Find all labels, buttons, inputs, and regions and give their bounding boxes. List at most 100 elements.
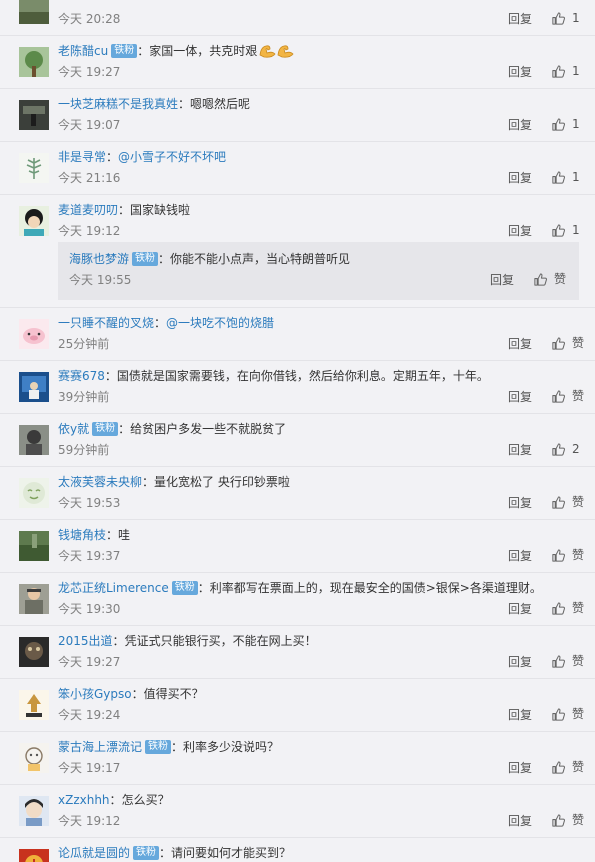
comment-time: 今天 19:55	[69, 273, 132, 287]
thumbs-up-icon	[551, 389, 566, 404]
comment-text[interactable]: @小雪子不好不坏吧	[118, 150, 226, 164]
comment-time: 今天 20:28	[58, 12, 121, 26]
reply-button[interactable]: 回复	[508, 117, 532, 133]
username[interactable]: 赛赛678	[58, 369, 105, 383]
comment-line: 钱塘角枝：哇	[58, 525, 583, 545]
user-avatar[interactable]	[19, 478, 49, 508]
comment-item: 老陈醋cu 铁粉 ：家国一体，共克时艰 今天 19:27 回复 1	[0, 36, 595, 89]
username[interactable]: 龙芯正统Limerence	[58, 581, 169, 595]
like-count: 2	[572, 442, 580, 456]
username[interactable]: 一只睡不醒的叉烧	[58, 316, 154, 330]
like-button[interactable]: 1	[551, 115, 580, 133]
like-button[interactable]: 1	[551, 62, 580, 80]
comment-text: 国债就是国家需要钱，在向你借钱，然后给你利息。定期五年，十年。	[116, 369, 489, 383]
reply-button[interactable]: 回复	[508, 64, 532, 80]
like-button[interactable]: 1	[551, 9, 580, 27]
reply-button[interactable]: 回复	[508, 442, 532, 458]
comment-line: 太液芙蓉未央柳：量化宽松了 央行印钞票啦	[58, 472, 583, 492]
user-avatar[interactable]	[19, 425, 49, 455]
colon-separator: ：	[131, 687, 144, 701]
user-avatar[interactable]	[19, 206, 49, 236]
username[interactable]: 论瓜就是圆的	[58, 846, 130, 860]
like-button[interactable]: 赞	[533, 270, 566, 288]
fan-badge: 铁粉	[133, 846, 160, 860]
strong-arm-emoji-icon	[258, 41, 296, 65]
colon-separator: ：	[154, 316, 167, 330]
username[interactable]: 2015出道	[58, 634, 113, 648]
like-button[interactable]: 赞	[551, 493, 584, 511]
colon-separator: ：	[118, 422, 131, 436]
like-button[interactable]: 赞	[551, 705, 584, 723]
user-avatar[interactable]	[19, 319, 49, 349]
username[interactable]: 蒙古海上漂流记	[58, 740, 142, 754]
comment-time: 今天 19:24	[58, 708, 121, 722]
colon-separator: ：	[118, 203, 131, 217]
reply-button[interactable]: 回复	[508, 223, 532, 239]
user-avatar[interactable]	[19, 100, 49, 130]
user-avatar[interactable]	[19, 372, 49, 402]
reply-button[interactable]: 回复	[508, 760, 532, 776]
comment-time: 今天 19:53	[58, 496, 121, 510]
like-button[interactable]: 赞	[551, 334, 584, 352]
username[interactable]: 一块芝麻糕不是我真姓	[58, 97, 178, 111]
user-avatar[interactable]	[19, 531, 49, 561]
comment-text: 凭证式只能银行买，不能在网上买！	[124, 634, 317, 648]
comment-item: 非是寻常：@小雪子不好不坏吧 今天 21:16 回复 1	[0, 142, 595, 195]
like-count: 1	[572, 223, 580, 237]
user-avatar[interactable]	[19, 690, 49, 720]
username[interactable]: 钱塘角枝	[58, 528, 106, 542]
user-avatar[interactable]	[19, 849, 49, 862]
like-button[interactable]: 1	[551, 168, 580, 186]
like-button[interactable]: 赞	[551, 599, 584, 617]
like-button[interactable]: 赞	[551, 758, 584, 776]
user-avatar[interactable]	[19, 0, 49, 24]
user-avatar[interactable]	[19, 153, 49, 183]
reply-button[interactable]: 回复	[508, 548, 532, 564]
comment-text[interactable]: @一块吃不饱的烧腊	[166, 316, 274, 330]
user-avatar[interactable]	[19, 637, 49, 667]
user-avatar[interactable]	[19, 743, 49, 773]
username[interactable]: 太液芙蓉未央柳	[58, 475, 142, 489]
like-button[interactable]: 赞	[551, 652, 584, 670]
thumbs-up-icon	[551, 813, 566, 828]
like-count: 赞	[572, 760, 585, 774]
comment-line: 非是寻常：@小雪子不好不坏吧	[58, 147, 583, 167]
username[interactable]: 非是寻常	[58, 150, 106, 164]
username[interactable]: 麦道麦叨叨	[58, 203, 118, 217]
thumbs-up-icon	[533, 272, 548, 287]
like-button[interactable]: 赞	[551, 387, 584, 405]
reply-button[interactable]: 回复	[508, 170, 532, 186]
reply-button[interactable]: 回复	[490, 272, 514, 288]
like-button[interactable]: 赞	[551, 546, 584, 564]
like-button[interactable]: 2	[551, 440, 580, 458]
user-avatar[interactable]	[19, 584, 49, 614]
comment-text: 利率多少没说吗？	[183, 740, 280, 754]
comment-item: 麦道麦叨叨：国家缺钱啦 今天 19:12 回复 1 海豚也梦游 铁粉 ：你能不能小点声，当心…	[0, 195, 595, 308]
like-count: 1	[572, 11, 580, 25]
reply-button[interactable]: 回复	[508, 495, 532, 511]
like-button[interactable]: 1	[551, 221, 580, 239]
user-avatar[interactable]	[19, 796, 49, 826]
reply-button[interactable]: 回复	[508, 336, 532, 352]
username[interactable]: 海豚也梦游	[69, 252, 129, 266]
thumbs-up-icon	[551, 495, 566, 510]
reply-button[interactable]: 回复	[508, 389, 532, 405]
fan-badge: 铁粉	[145, 740, 172, 754]
fan-badge: 铁粉	[92, 422, 119, 436]
reply-button[interactable]: 回复	[508, 654, 532, 670]
comment-text: 利率都写在票面上的，现在最安全的国债>银保>各渠道理财。	[209, 581, 542, 595]
reply-button[interactable]: 回复	[508, 11, 532, 27]
like-button[interactable]: 赞	[551, 811, 584, 829]
reply-button[interactable]: 回复	[508, 813, 532, 829]
username[interactable]: 笨小孩Gypso	[58, 687, 132, 701]
username[interactable]: 依y就	[58, 422, 89, 436]
comment-line: 依y就 铁粉 ：给贫困户多发一些不就脱贫了	[58, 419, 583, 439]
comment-time: 今天 19:17	[58, 761, 121, 775]
username[interactable]: xZzxhhh	[58, 793, 110, 807]
comment-time: 今天 19:12	[58, 224, 121, 238]
reply-button[interactable]: 回复	[508, 601, 532, 617]
username[interactable]: 老陈醋cu	[58, 44, 108, 58]
comment-item: 今天 20:28 回复 1	[0, 0, 595, 36]
reply-button[interactable]: 回复	[508, 707, 532, 723]
user-avatar[interactable]	[19, 47, 49, 77]
